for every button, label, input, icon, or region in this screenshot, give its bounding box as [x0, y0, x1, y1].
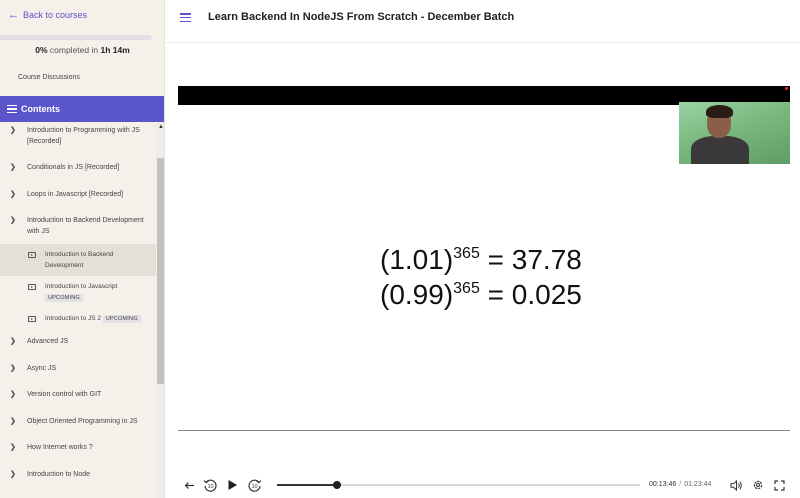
lesson-title: Introduction to Javascript [45, 283, 118, 290]
chevron-right-icon: ❯ [10, 444, 16, 451]
chapter-item[interactable]: ❯ Loops in Javascript [Recorded] [0, 189, 156, 200]
chapter-item[interactable]: ❯ How Internet works ? [0, 442, 156, 453]
course-discussions-link[interactable]: Course Discussions [18, 74, 80, 81]
seek-bar[interactable] [277, 481, 640, 489]
chevron-right-icon: ❯ [10, 365, 16, 372]
equation-result: = 0.025 [487, 279, 582, 310]
rewind-10-label: 10 [207, 484, 213, 490]
lesson-item[interactable]: Introduction to Backend Development [0, 244, 156, 276]
fullscreen-icon[interactable] [772, 477, 786, 493]
chapter-title: Introduction to Programming with JS [Rec… [27, 127, 140, 145]
back-to-courses-label: Back to courses [23, 10, 88, 20]
progress-percent: 0% [35, 45, 48, 55]
video-lesson-icon [28, 284, 36, 290]
seek-handle[interactable] [332, 481, 341, 489]
menu-icon[interactable] [180, 13, 191, 22]
chapter-title: Conditionals in JS [Recorded] [27, 164, 120, 171]
course-progress-text: 0% completed in 1h 14m [0, 45, 164, 55]
course-title: Learn Backend In NodeJS From Scratch - D… [208, 11, 515, 23]
header-divider [165, 42, 800, 43]
chevron-right-icon: ❯ [10, 338, 16, 345]
chevron-right-icon: ❯ [10, 217, 16, 224]
play-icon[interactable] [225, 477, 239, 493]
chapter-item[interactable]: ❯ Advanced JS [0, 336, 156, 347]
equation-exponent: 365 [453, 280, 480, 297]
back-icon[interactable] [182, 477, 196, 493]
equation-result: = 37.78 [487, 244, 582, 275]
chapter-title: Introduction to Backend Development with… [27, 217, 144, 235]
list-icon [7, 105, 17, 113]
course-sidebar: ← Back to courses 0% completed in 1h 14m… [0, 0, 165, 498]
lesson-item[interactable]: Introduction to Javascript UPCOMING [0, 281, 156, 303]
progress-mid-text: completed in [49, 45, 99, 55]
video-lesson-icon [28, 316, 36, 322]
seek-progress [277, 484, 337, 486]
lesson-title-wrap: Introduction to Javascript UPCOMING [45, 281, 153, 303]
course-progress-bar [0, 35, 152, 40]
chevron-right-icon: ❯ [10, 391, 16, 398]
content-list: ❯ Introduction to Programming with JS [R… [0, 122, 156, 498]
total-duration: 01:23:44 [684, 481, 712, 488]
video-bottom-border [178, 430, 790, 431]
upcoming-badge: UPCOMING [45, 294, 83, 302]
lesson-title: Introduction to Backend Development [45, 251, 114, 269]
lesson-item[interactable]: Introduction to JS 2 UPCOMING [0, 313, 156, 324]
chapter-item[interactable]: ❯ Conditionals in JS [Recorded] [0, 162, 156, 173]
chevron-right-icon: ❯ [10, 418, 16, 425]
chapter-title: Version control with GIT [27, 391, 102, 398]
time-separator: / [679, 481, 682, 488]
slide-equation-1: (1.01)365 = 37.78 [380, 245, 582, 275]
instructor-webcam-overlay [679, 102, 790, 164]
chapter-item[interactable]: ❯ Introduction to Programming with JS [R… [0, 125, 156, 147]
chapter-title: Object Oriented Programming in JS [27, 418, 138, 425]
contents-label: Contents [21, 104, 60, 114]
forward-10-icon[interactable]: 10 [246, 477, 262, 493]
back-to-courses-link[interactable]: ← Back to courses [8, 9, 87, 21]
sidebar-scrollbar[interactable]: ▲ [156, 122, 164, 498]
chevron-right-icon: ❯ [10, 191, 16, 198]
chapter-title: Advanced JS [27, 338, 69, 345]
chapter-item[interactable]: ❯ Object Oriented Programming in JS [0, 416, 156, 427]
lesson-title: Introduction to JS 2 [45, 315, 102, 322]
rewind-10-icon[interactable]: 10 [202, 477, 218, 493]
instructor-hair [706, 105, 733, 118]
equation-base: (0.99) [380, 279, 454, 310]
settings-icon[interactable] [751, 477, 765, 493]
instructor-body [691, 136, 749, 164]
slide-equation-2: (0.99)365 = 0.025 [380, 280, 582, 310]
scroll-up-icon[interactable]: ▲ [158, 124, 164, 130]
chevron-right-icon: ❯ [10, 127, 16, 134]
contents-header[interactable]: Contents [0, 96, 164, 122]
recording-indicator [785, 87, 788, 90]
upcoming-badge: UPCOMING [102, 315, 141, 323]
chapter-item[interactable]: ❯ Introduction to Backend Development wi… [0, 215, 156, 237]
volume-icon[interactable] [729, 477, 743, 493]
chapter-item[interactable]: ❯ Version control with GIT [0, 389, 156, 400]
chapter-title: Introduction to Node [27, 471, 91, 478]
lesson-title-wrap: Introduction to JS 2 UPCOMING [45, 313, 153, 324]
video-lesson-icon [28, 252, 36, 258]
equation-exponent: 365 [453, 245, 480, 262]
chapter-title: How Internet works ? [27, 444, 93, 451]
chevron-right-icon: ❯ [10, 164, 16, 171]
chapter-title: Loops in Javascript [Recorded] [27, 191, 124, 198]
chapter-title: Async JS [27, 365, 57, 372]
current-time: 00:13:46 [649, 481, 677, 488]
chapter-item[interactable]: ❯ Introduction to Node [0, 469, 156, 480]
arrow-left-icon: ← [8, 9, 19, 21]
time-display: 00:13:46/01:23:44 [649, 481, 711, 488]
chapter-item[interactable]: ❯ Async JS [0, 363, 156, 374]
chevron-right-icon: ❯ [10, 471, 16, 478]
equation-base: (1.01) [380, 244, 454, 275]
progress-duration: 1h 14m [100, 45, 130, 55]
scrollbar-thumb[interactable] [157, 158, 164, 384]
forward-10-label: 10 [251, 484, 257, 490]
